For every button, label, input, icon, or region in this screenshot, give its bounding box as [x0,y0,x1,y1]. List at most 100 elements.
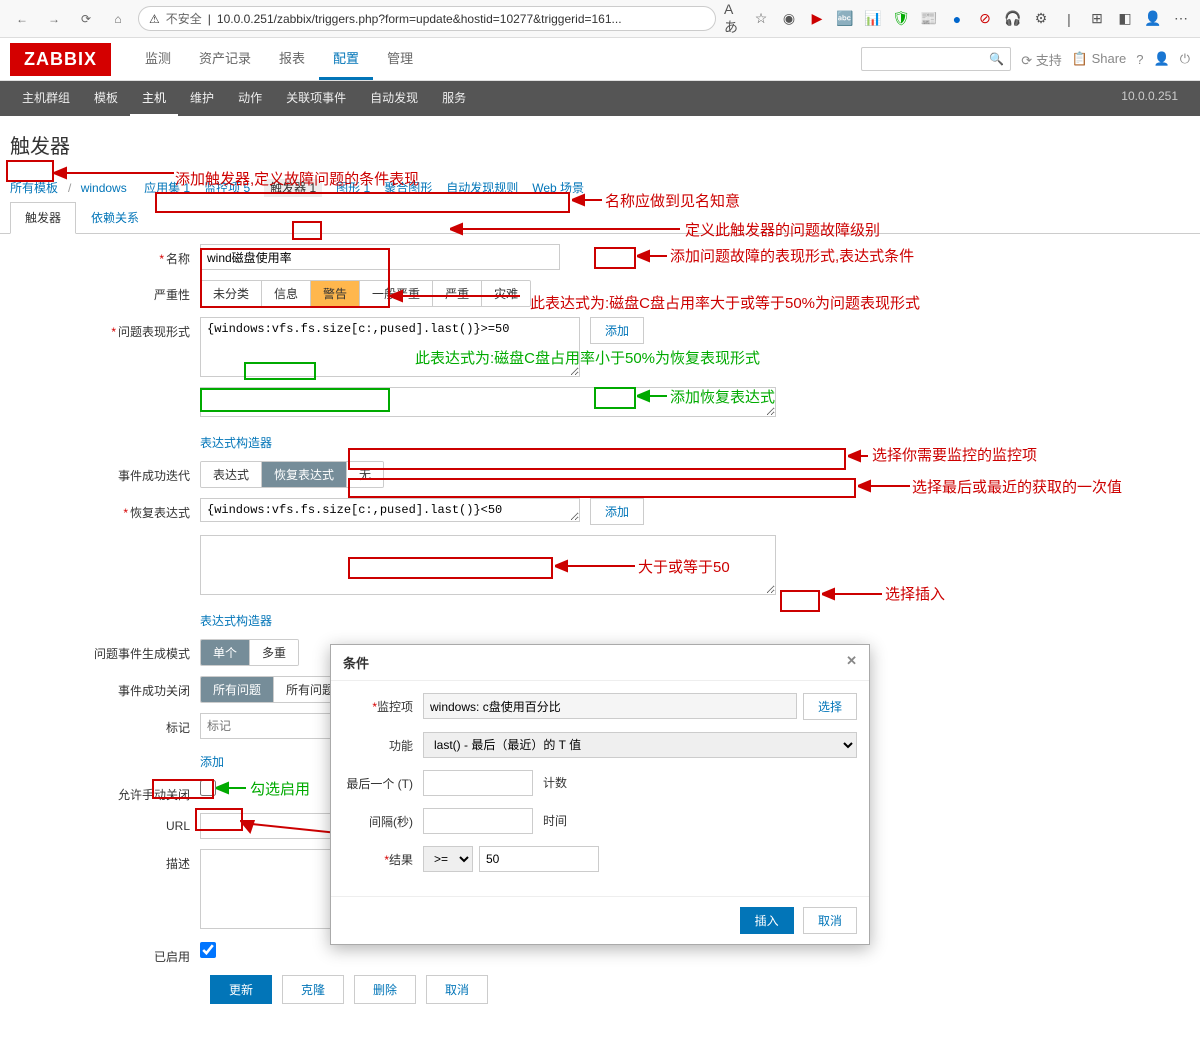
crumb-applications[interactable]: 应用集 1 [144,181,190,195]
cancel-button[interactable]: 取消 [426,975,488,1004]
zabbix-logo[interactable]: ZABBIX [10,43,111,76]
logout-icon[interactable]: ⏻ [1180,51,1190,67]
support-link[interactable]: ⟳ 支持 [1021,50,1062,69]
modal-interval-input[interactable] [423,808,533,834]
profile-icon[interactable]: 👤 [1144,10,1162,28]
condition-modal: 条件 ✕ *监控项 选择 功能 last() - 最后（最近）的 T 值 最后一… [330,644,870,945]
event-iter-expr[interactable]: 表达式 [201,462,262,487]
address-bar[interactable]: ⚠ 不安全 | 10.0.0.251/zabbix/triggers.php?f… [138,6,716,31]
problem-gen-multiple[interactable]: 多重 [250,640,298,665]
ext-icon-3[interactable]: ● [948,10,966,28]
menu-config[interactable]: 配置 [319,38,373,80]
problem-gen-single[interactable]: 单个 [201,640,250,665]
add-expression-button[interactable]: 添加 [590,317,644,344]
event-close-label: 事件成功关闭 [10,676,200,699]
manual-close-checkbox[interactable] [200,780,216,796]
submenu-discovery[interactable]: 自动发现 [358,81,430,116]
recovery-expr-extra[interactable] [200,535,776,595]
tag-add-link[interactable]: 添加 [200,749,224,770]
submenu-templates[interactable]: 模板 [82,81,130,116]
crumb-discovery[interactable]: 自动发现规则 [446,181,518,195]
shield-icon[interactable]: 🛡 [892,10,910,28]
ext-icon-4[interactable]: ⊘ [976,10,994,28]
ext-icon-2[interactable]: 📊 [864,10,882,28]
severity-info[interactable]: 信息 [262,281,311,306]
update-button[interactable]: 更新 [210,975,272,1004]
menu-monitor[interactable]: 监测 [131,38,185,80]
event-close-all[interactable]: 所有问题 [201,677,274,702]
modal-title: 条件 [343,653,369,672]
help-icon[interactable]: ? [1136,52,1143,67]
modal-result-op[interactable]: >= [423,846,473,872]
crumb-graphs[interactable]: 图形 1 [336,181,370,195]
modal-last-t-input[interactable] [423,770,533,796]
ext-icon-new[interactable]: 📰 [920,10,938,28]
tab-trigger[interactable]: 触发器 [10,202,76,234]
crumb-screens[interactable]: 聚合图形 [384,181,432,195]
crumb-windows[interactable]: windows [81,181,127,195]
user-icon[interactable]: 👤 [1154,51,1170,67]
menu-admin[interactable]: 管理 [373,38,427,80]
modal-cancel-button[interactable]: 取消 [803,907,857,934]
zabbix-header: ZABBIX 监测 资产记录 报表 配置 管理 🔍 ⟳ 支持 📋 Share ?… [0,38,1200,81]
ext-icon-6[interactable]: ⚙ [1032,10,1050,28]
recovery-expr-input[interactable] [200,498,580,522]
submenu-hosts[interactable]: 主机 [130,81,178,116]
modal-func-label: 功能 [343,737,423,754]
menu-reports[interactable]: 报表 [265,38,319,80]
name-input[interactable] [200,244,560,270]
event-iter-recovery[interactable]: 恢复表达式 [262,462,347,487]
search-icon: 🔍 [989,52,1004,66]
modal-close-icon[interactable]: ✕ [846,653,857,672]
crumb-items[interactable]: 监控项 5 [204,181,250,195]
forward-button[interactable]: → [42,7,66,31]
crumb-web[interactable]: Web 场景 [532,181,584,195]
manual-close-label: 允许手动关闭 [10,780,200,803]
share-link[interactable]: 📋 Share [1072,51,1127,67]
ext-icon-5[interactable]: 🎧 [1004,10,1022,28]
more-icon[interactable]: ⋯ [1172,10,1190,28]
url-text: 10.0.0.251/zabbix/triggers.php?form=upda… [217,12,622,26]
reader-icon[interactable]: Aあ [724,10,742,28]
add-recovery-button[interactable]: 添加 [590,498,644,525]
severity-average[interactable]: 一般严重 [360,281,433,306]
severity-unclassified[interactable]: 未分类 [201,281,262,306]
ext-icon-7[interactable]: ◧ [1116,10,1134,28]
submenu-services[interactable]: 服务 [430,81,478,116]
desc-label: 描述 [10,849,200,872]
submenu-actions[interactable]: 动作 [226,81,274,116]
translate-icon[interactable]: 🔤 [836,10,854,28]
expr-builder-link-2[interactable]: 表达式构造器 [200,608,272,629]
submenu-hostgroups[interactable]: 主机群组 [10,81,82,116]
crumb-triggers[interactable]: 触发器 1 [264,179,322,197]
home-button[interactable]: ⌂ [106,7,130,31]
back-button[interactable]: ← [10,7,34,31]
modal-select-button[interactable]: 选择 [803,693,857,720]
modal-insert-button[interactable]: 插入 [740,907,794,934]
modal-result-value[interactable] [479,846,599,872]
severity-warning[interactable]: 警告 [311,281,360,306]
clone-button[interactable]: 克隆 [282,975,344,1004]
event-iter-none[interactable]: 无 [347,462,383,487]
expr-builder-link[interactable]: 表达式构造器 [200,430,272,451]
tab-dependencies[interactable]: 依赖关系 [76,202,154,233]
crumb-all-templates[interactable]: 所有模板 [10,181,58,195]
search-input[interactable]: 🔍 [861,47,1011,71]
problem-expr-extra[interactable] [200,387,776,417]
ext-divider: | [1060,10,1078,28]
refresh-button[interactable]: ⟳ [74,7,98,31]
problem-expr-input[interactable] [200,317,580,377]
menu-inventory[interactable]: 资产记录 [185,38,265,80]
submenu-maintenance[interactable]: 维护 [178,81,226,116]
submenu-correlation[interactable]: 关联项事件 [274,81,358,116]
youtube-icon[interactable]: ▶ [808,10,826,28]
severity-high[interactable]: 严重 [433,281,482,306]
delete-button[interactable]: 删除 [354,975,416,1004]
favorite-icon[interactable]: ☆ [752,10,770,28]
severity-disaster[interactable]: 灾难 [482,281,530,306]
enabled-checkbox[interactable] [200,942,216,958]
modal-func-select[interactable]: last() - 最后（最近）的 T 值 [423,732,857,758]
collections-icon[interactable]: ⊞ [1088,10,1106,28]
modal-item-input[interactable] [423,693,797,719]
ext-icon-1[interactable]: ◉ [780,10,798,28]
